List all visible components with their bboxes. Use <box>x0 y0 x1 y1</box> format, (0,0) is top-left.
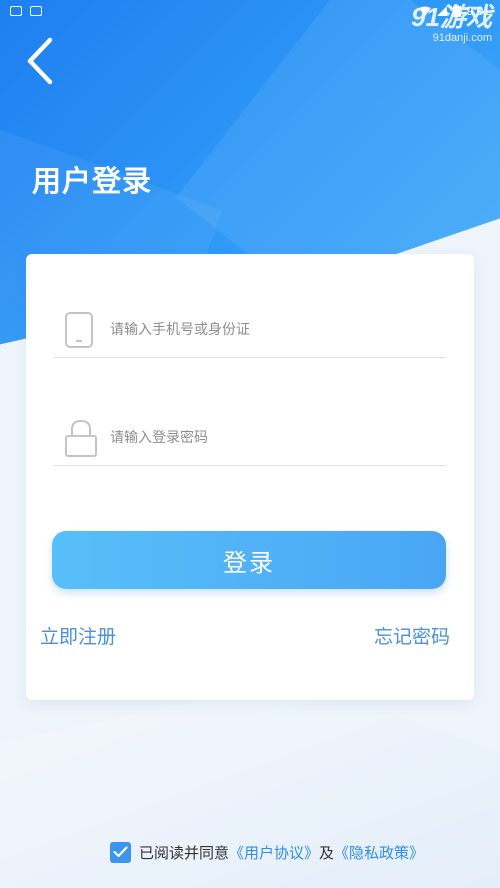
phone-input[interactable] <box>110 321 430 338</box>
page-title: 用户登录 <box>32 164 153 198</box>
agreement-prefix: 已阅读并同意 <box>139 843 230 862</box>
register-link[interactable]: 立即注册 <box>40 622 116 649</box>
chevron-left-icon <box>27 37 53 85</box>
back-button[interactable] <box>22 34 62 88</box>
forgot-password-link[interactable]: 忘记密码 <box>374 622 450 649</box>
agreement-checkbox[interactable] <box>110 841 131 863</box>
login-button[interactable]: 登录 <box>52 531 446 589</box>
privacy-policy-link[interactable]: 《隐私政策》 <box>334 842 424 863</box>
watermark-logo: 91游戏 <box>411 2 492 32</box>
user-agreement-link[interactable]: 《用户协议》 <box>229 842 319 863</box>
phone-icon <box>54 310 102 350</box>
agreement-connector: 及 <box>319 843 335 862</box>
app-icon <box>30 6 42 16</box>
watermark-url: 91danji.com <box>432 32 492 44</box>
password-input[interactable] <box>110 429 430 446</box>
watermark: 91游戏 91danji.com <box>411 2 492 44</box>
password-field <box>54 410 446 466</box>
notification-icon <box>10 6 22 16</box>
login-card: 登录 立即注册 忘记密码 <box>26 254 474 700</box>
agreement-row: 已阅读并同意 《用户协议》 及 《隐私政策》 <box>110 840 424 864</box>
phone-field <box>54 302 446 358</box>
check-icon <box>113 846 128 858</box>
lock-icon <box>54 418 102 458</box>
